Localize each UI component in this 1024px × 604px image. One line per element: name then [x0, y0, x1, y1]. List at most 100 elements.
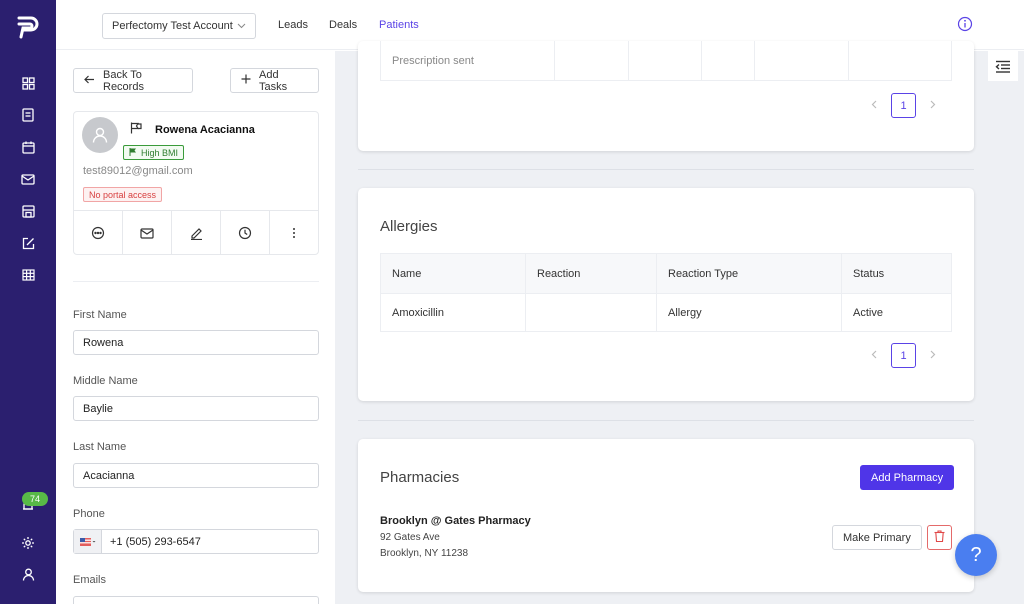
plus-icon — [241, 74, 251, 87]
add-tasks-button[interactable]: Add Tasks — [230, 68, 319, 93]
more-vertical-icon[interactable] — [270, 211, 318, 255]
document-icon[interactable] — [18, 105, 38, 125]
prescriptions-pagination: 1 — [871, 93, 936, 118]
last-name-label: Last Name — [73, 441, 127, 453]
notification-count-badge: 74 — [22, 492, 48, 506]
emails-label: Emails — [73, 574, 107, 586]
table-cell — [629, 41, 702, 80]
patient-details-panel: Back To Records Add Tasks Rowena Acacian… — [56, 51, 335, 604]
grid-icon[interactable] — [18, 73, 38, 93]
page-number[interactable]: 1 — [891, 343, 916, 368]
pharmacies-title: Pharmacies — [380, 469, 460, 486]
edit-square-icon[interactable] — [18, 233, 38, 253]
emails-field[interactable] — [73, 596, 319, 604]
account-select[interactable]: Perfectomy Test Account — [102, 13, 256, 39]
prescriptions-table: Prescription sent — [380, 41, 952, 81]
patient-email: test89012@gmail.com — [83, 165, 193, 177]
gear-icon[interactable] — [18, 533, 38, 553]
patient-name: Rowena Acacianna — [155, 124, 255, 136]
right-strip — [988, 51, 1024, 604]
flag-icon[interactable] — [130, 122, 142, 137]
phone-field[interactable]: +1 (505) 293-6547 — [73, 529, 319, 554]
allergies-title: Allergies — [380, 218, 438, 235]
last-name-value: Acacianna — [83, 469, 135, 482]
page-number[interactable]: 1 — [891, 93, 916, 118]
info-icon[interactable] — [957, 16, 973, 32]
help-button[interactable]: ? — [955, 534, 997, 576]
table-cell — [555, 41, 629, 80]
section-divider — [358, 420, 974, 421]
main-content: Prescription sent 1 Allergies Name React… — [335, 41, 988, 604]
first-name-label: First Name — [73, 309, 127, 321]
pharmacies-panel: Pharmacies Add Pharmacy Brooklyn @ Gates… — [358, 439, 974, 592]
middle-name-label: Middle Name — [73, 375, 138, 387]
allergies-panel: Allergies Name Reaction Reaction Type St… — [358, 188, 974, 401]
add-tasks-label: Add Tasks — [259, 68, 288, 93]
user-icon[interactable] — [18, 564, 38, 584]
perfectomy-logo[interactable] — [16, 14, 40, 40]
table-cell — [702, 41, 755, 80]
clock-icon[interactable] — [221, 211, 270, 255]
column-header-reaction: Reaction — [526, 254, 657, 293]
high-bmi-label: High BMI — [141, 147, 179, 158]
edit-icon[interactable] — [172, 211, 221, 255]
arrow-left-icon — [84, 75, 95, 87]
mail-icon[interactable] — [18, 169, 38, 189]
table-cell — [755, 41, 849, 80]
prev-page-icon[interactable] — [871, 100, 877, 112]
next-page-icon[interactable] — [930, 100, 936, 112]
section-divider — [358, 169, 974, 170]
patient-actions — [74, 210, 318, 255]
nav-leads[interactable]: Leads — [278, 19, 308, 31]
account-select-value: Perfectomy Test Account — [112, 20, 233, 32]
add-pharmacy-button[interactable]: Add Pharmacy — [860, 465, 955, 490]
next-page-icon[interactable] — [930, 350, 936, 362]
table-row[interactable]: Amoxicillin Allergy Active — [381, 293, 951, 331]
allergy-reaction — [526, 294, 657, 331]
chevron-down-icon — [237, 20, 246, 32]
calendar-icon[interactable] — [18, 137, 38, 157]
table-row: Prescription sent — [381, 41, 951, 80]
phone-value: +1 (505) 293-6547 — [110, 535, 201, 548]
make-primary-button[interactable]: Make Primary — [832, 525, 922, 550]
middle-name-value: Baylie — [83, 402, 113, 415]
prev-page-icon[interactable] — [871, 350, 877, 362]
pharmacy-name: Brooklyn @ Gates Pharmacy — [380, 515, 531, 527]
chat-icon[interactable] — [74, 211, 123, 255]
table-cell — [849, 41, 951, 80]
prescriptions-panel: Prescription sent 1 — [358, 41, 974, 151]
column-header-name: Name — [381, 254, 526, 293]
trash-icon — [934, 530, 945, 545]
allergies-table: Name Reaction Reaction Type Status Amoxi… — [380, 253, 952, 332]
column-header-reaction-type: Reaction Type — [657, 254, 842, 293]
sidebar: 74 — [0, 0, 56, 604]
back-to-records-button[interactable]: Back To Records — [73, 68, 193, 93]
delete-pharmacy-button[interactable] — [927, 525, 952, 550]
allergy-name: Amoxicillin — [381, 294, 526, 331]
last-name-field[interactable]: Acacianna — [73, 463, 319, 488]
first-name-value: Rowena — [83, 336, 124, 349]
phone-label: Phone — [73, 508, 105, 520]
divider — [73, 281, 319, 282]
nav-patients[interactable]: Patients — [379, 19, 419, 31]
column-header-status: Status — [853, 267, 885, 280]
table-header-row: Name Reaction Reaction Type Status — [381, 254, 951, 293]
table-icon[interactable] — [18, 265, 38, 285]
allergies-pagination: 1 — [871, 343, 936, 368]
table-cell: Prescription sent — [381, 41, 555, 80]
avatar — [82, 117, 118, 153]
collapse-panel-icon[interactable] — [988, 51, 1018, 81]
high-bmi-badge: High BMI — [123, 145, 185, 160]
help-label: ? — [970, 543, 982, 566]
back-to-records-label: Back To Records — [103, 68, 144, 93]
nav-deals[interactable]: Deals — [329, 19, 357, 31]
country-flag-select[interactable] — [74, 530, 102, 553]
middle-name-field[interactable]: Baylie — [73, 396, 319, 421]
allergy-reaction-type: Allergy — [657, 294, 842, 331]
pharmacy-address-line2: Brooklyn, NY 11238 — [380, 548, 469, 559]
store-icon[interactable] — [18, 201, 38, 221]
flag-filled-icon — [129, 147, 137, 158]
pharmacy-address-line1: 92 Gates Ave — [380, 532, 440, 543]
mail-icon[interactable] — [123, 211, 172, 255]
first-name-field[interactable]: Rowena — [73, 330, 319, 355]
